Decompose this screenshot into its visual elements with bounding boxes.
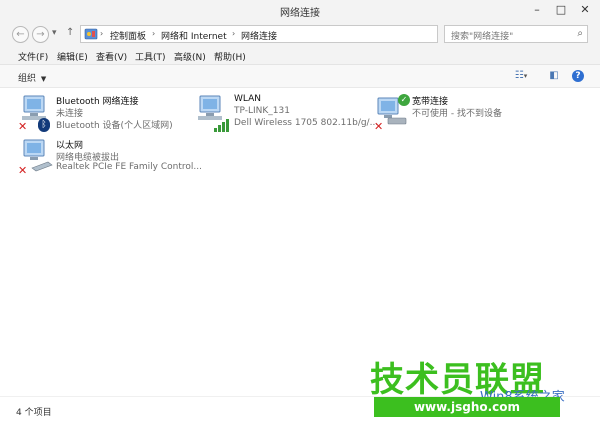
connection-item-wlan[interactable]: WLAN TP-LINK_131 Dell Wireless 1705 802.… bbox=[196, 94, 379, 140]
item-count: 4 个项目 bbox=[16, 408, 52, 418]
organize-button[interactable]: 组织 ▼ bbox=[18, 71, 46, 84]
menu-view[interactable]: 查看(V) bbox=[96, 50, 127, 63]
connection-item-ethernet[interactable]: ✕ 以太网 网络电缆被拔出 Realtek PCIe FE Family Con… bbox=[18, 138, 202, 184]
check-icon: ✓ bbox=[398, 94, 410, 106]
breadcrumb-separator: › bbox=[152, 29, 156, 38]
preview-pane-icon[interactable]: ◧ bbox=[548, 70, 560, 82]
connection-item-bluetooth[interactable]: ✕ ᛒ Bluetooth 网络连接 未连接 Bluetooth 设备(个人区域… bbox=[18, 94, 198, 140]
menu-edit[interactable]: 编辑(E) bbox=[57, 50, 88, 63]
error-x-icon: ✕ bbox=[18, 120, 28, 133]
menu-help[interactable]: 帮助(H) bbox=[214, 50, 246, 63]
back-button[interactable]: ← bbox=[12, 26, 29, 43]
breadcrumb-network-internet[interactable]: 网络和 Internet bbox=[161, 29, 227, 42]
connection-status: TP-LINK_131 bbox=[234, 106, 290, 116]
connection-item-broadband[interactable]: ✓ ✕ 宽带连接 不可使用 - 找不到设备 bbox=[374, 94, 554, 140]
connection-name: WLAN bbox=[234, 94, 262, 104]
minimize-button[interactable]: – bbox=[524, 0, 550, 20]
menu-advanced[interactable]: 高级(N) bbox=[174, 50, 206, 63]
organize-label: 组织 bbox=[18, 74, 37, 84]
address-field[interactable]: › 控制面板 › 网络和 Internet › 网络连接 ▾ ↻ bbox=[80, 25, 513, 43]
search-input[interactable]: 搜索"网络连接" ⌕ bbox=[444, 25, 588, 43]
watermark-url: www.jsgho.com bbox=[374, 397, 560, 417]
recent-locations-dropdown[interactable]: ▾ bbox=[52, 28, 57, 38]
connection-status: 不可使用 - 找不到设备 bbox=[412, 109, 502, 119]
error-x-icon: ✕ bbox=[374, 120, 384, 133]
command-bar: 组织 ▼ ☷▾ ◧ ? bbox=[0, 65, 600, 88]
menu-file[interactable]: 文件(F) bbox=[18, 50, 48, 63]
breadcrumb-separator: › bbox=[100, 29, 104, 38]
help-icon[interactable]: ? bbox=[572, 70, 584, 82]
search-icon[interactable]: ⌕ bbox=[577, 28, 583, 39]
search-placeholder: 搜索"网络连接" bbox=[451, 32, 514, 42]
title-bar: 网络连接 – □ ✕ bbox=[0, 0, 600, 22]
up-button[interactable]: ↑ bbox=[66, 27, 74, 38]
connections-list: ✕ ᛒ Bluetooth 网络连接 未连接 Bluetooth 设备(个人区域… bbox=[0, 88, 600, 396]
wifi-signal-icon bbox=[214, 119, 229, 132]
connection-device: Realtek PCIe FE Family Control... bbox=[56, 162, 202, 172]
breadcrumb-network-connections[interactable]: 网络连接 bbox=[241, 29, 277, 42]
menu-bar: 文件(F) 编辑(E) 查看(V) 工具(T) 高级(N) 帮助(H) bbox=[0, 46, 600, 65]
error-x-icon: ✕ bbox=[18, 164, 28, 177]
breadcrumb-control-panel[interactable]: 控制面板 bbox=[110, 29, 146, 42]
forward-button[interactable]: → bbox=[32, 26, 49, 43]
window-title: 网络连接 bbox=[280, 8, 320, 19]
connection-device: Bluetooth 设备(个人区域网) bbox=[56, 121, 173, 131]
address-bar: ← → ▾ ↑ › 控制面板 › 网络和 Internet › 网络连接 ▾ ↻… bbox=[0, 22, 600, 46]
control-panel-icon bbox=[84, 28, 98, 40]
change-view-icon[interactable]: ☷▾ bbox=[510, 70, 532, 82]
menu-tools[interactable]: 工具(T) bbox=[135, 50, 166, 63]
maximize-button[interactable]: □ bbox=[548, 0, 574, 20]
close-button[interactable]: ✕ bbox=[572, 0, 598, 20]
chevron-down-icon: ▼ bbox=[40, 75, 47, 83]
connection-device: Dell Wireless 1705 802.11b/g/... bbox=[234, 118, 379, 128]
breadcrumb-separator: › bbox=[232, 29, 236, 38]
bluetooth-icon: ᛒ bbox=[38, 118, 50, 132]
